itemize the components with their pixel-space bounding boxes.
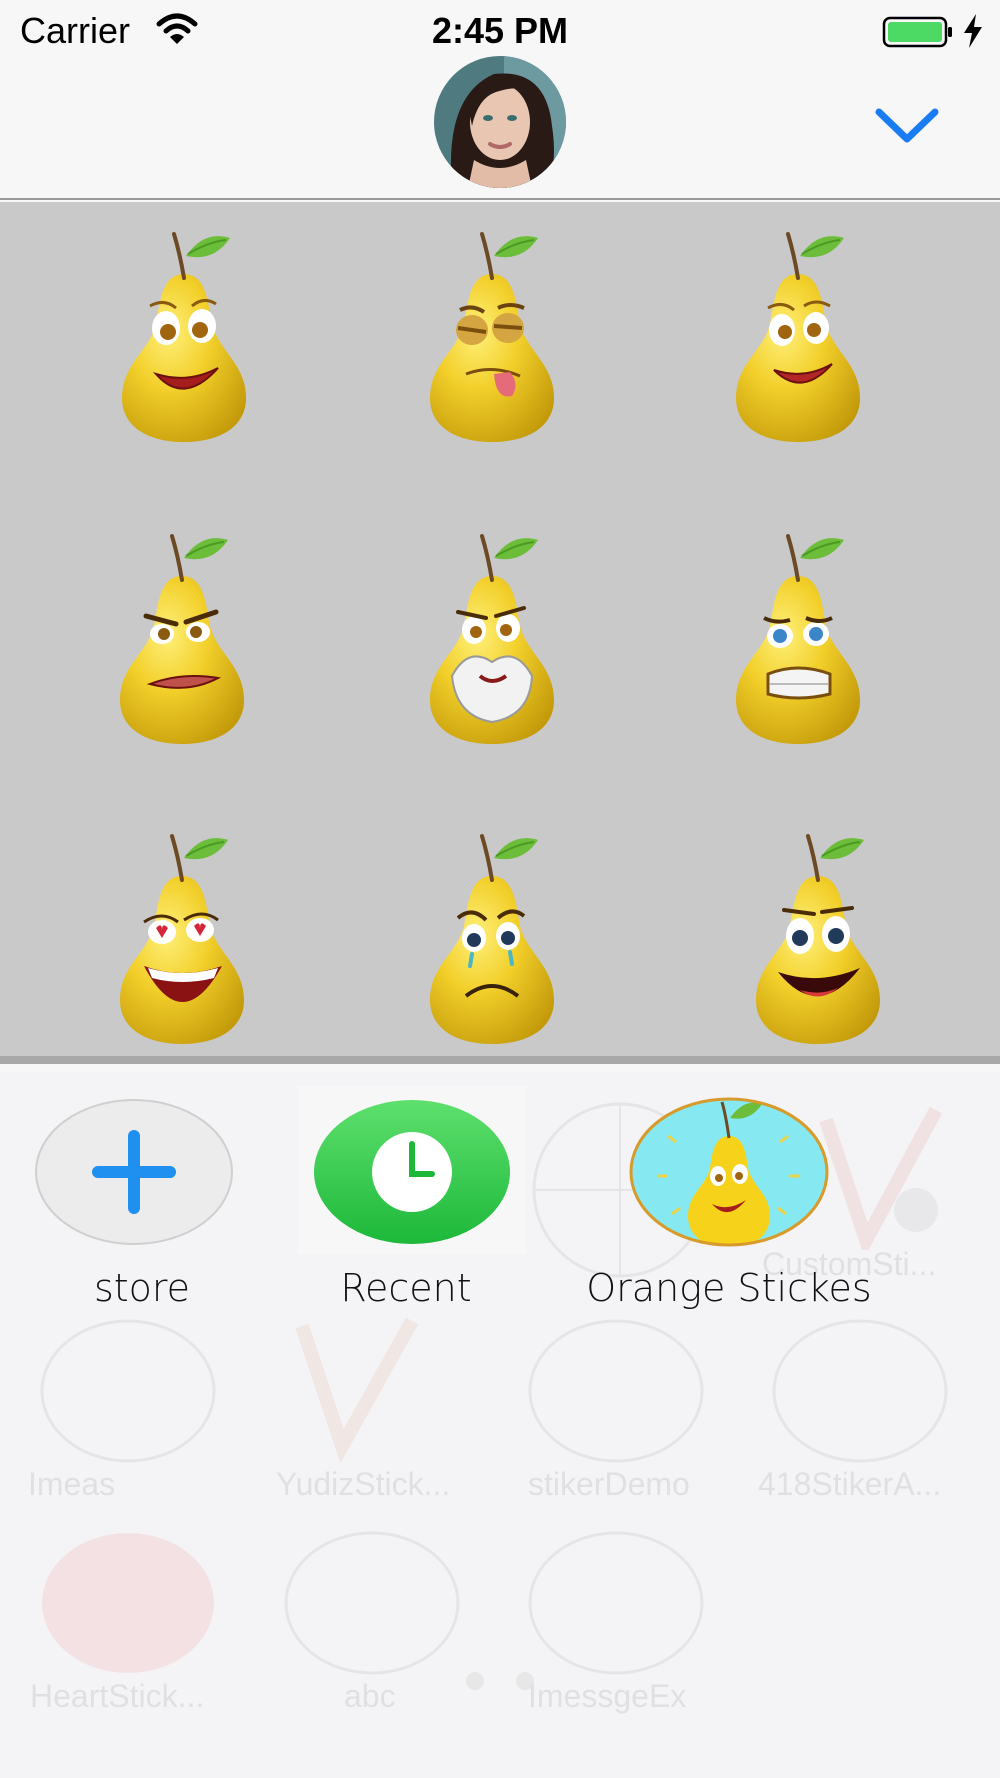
orange-stickes-label[interactable]: Orange Stickes — [578, 1266, 880, 1310]
pear-sticker-9[interactable] — [738, 826, 898, 1046]
messages-header — [0, 56, 1000, 200]
clock-time: 2:45 PM — [431, 10, 569, 51]
pear-sticker-5[interactable] — [412, 526, 572, 746]
plus-icon[interactable] — [34, 1098, 234, 1246]
contact-avatar[interactable] — [434, 56, 566, 188]
avatar-photo — [434, 56, 566, 188]
battery-icon — [882, 16, 952, 48]
faded-app-icon — [528, 1319, 704, 1463]
pear-sticker-1[interactable] — [104, 224, 264, 444]
sticker-grid — [0, 202, 1000, 1064]
faded-app-label: YudizStick... — [276, 1466, 451, 1502]
pear-sticker-8[interactable] — [412, 826, 572, 1046]
pear-sticker-2[interactable] — [412, 224, 572, 444]
faded-app-label: 418StikerA... — [758, 1466, 942, 1502]
pear-sticker-4[interactable] — [102, 526, 262, 746]
faded-app-icon — [295, 1317, 419, 1464]
chevron-down-icon[interactable] — [874, 106, 940, 146]
faded-app-icon — [528, 1531, 704, 1675]
pear-sticker-6[interactable] — [718, 526, 878, 746]
faded-app-label: abc — [344, 1678, 396, 1714]
faded-app-label: Imeas — [28, 1466, 116, 1502]
store-label[interactable]: store — [34, 1266, 250, 1310]
faded-app-label: stikerDemo — [528, 1466, 690, 1502]
charging-bolt-icon — [964, 14, 982, 48]
clock-icon[interactable] — [298, 1086, 526, 1254]
faded-app-label: HeartStick... — [30, 1678, 205, 1714]
app-drawer: CustomSti... Imeas YudizStick... stikerD… — [0, 1072, 1000, 1778]
faded-app-icon — [284, 1531, 460, 1675]
page-dot-2[interactable] — [516, 1672, 534, 1690]
pear-sticker-3[interactable] — [718, 224, 878, 444]
faded-app-icon — [42, 1533, 214, 1673]
faded-app-icon — [772, 1319, 948, 1463]
page-dot-1[interactable] — [466, 1672, 484, 1690]
pear-sticker-7[interactable] — [102, 826, 262, 1046]
status-bar: Carrier 2:45 PM — [0, 0, 1000, 60]
recent-label[interactable]: Recent — [298, 1266, 514, 1310]
faded-app-label: ImessgeEx — [528, 1678, 687, 1714]
pear-sticker-icon[interactable] — [628, 1096, 830, 1248]
faded-app-icon — [40, 1319, 216, 1463]
